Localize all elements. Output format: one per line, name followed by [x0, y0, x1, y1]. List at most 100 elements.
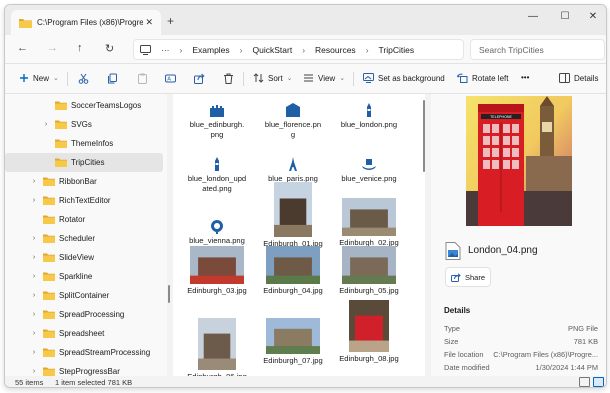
file-item[interactable]: Edinburgh_01.jpg — [261, 182, 325, 249]
expand-chevron-icon[interactable]: › — [29, 368, 39, 375]
set-as-background-button[interactable]: Set as background — [363, 73, 445, 83]
file-name-continued: png — [210, 129, 224, 139]
delete-icon[interactable] — [223, 73, 234, 84]
copy-icon[interactable] — [107, 73, 118, 84]
tree-item[interactable]: ThemeInfos — [5, 134, 163, 153]
tree-item[interactable]: SoccerTeamsLogos — [5, 96, 163, 115]
search-input[interactable]: Search TripCities — [470, 39, 605, 60]
refresh-button[interactable]: ↻ — [105, 42, 114, 55]
breadcrumb[interactable]: ··· › Examples › QuickStart › Resources … — [133, 39, 464, 60]
tree-item-label: SpreadProcessing — [59, 310, 125, 319]
window-tab[interactable]: C:\Program Files (x86)\Progres ✕ — [11, 10, 161, 35]
expand-chevron-icon[interactable]: › — [29, 197, 39, 204]
expand-chevron-icon[interactable]: › — [29, 235, 39, 242]
tree-item[interactable]: › Scheduler — [5, 229, 163, 248]
tree-item[interactable]: TripCities — [5, 153, 163, 172]
crumb-examples[interactable]: Examples — [192, 45, 229, 55]
file-item[interactable]: Edinburgh_07.jpg — [261, 318, 325, 366]
tree-item[interactable]: › SpreadProcessing — [5, 305, 163, 324]
file-item[interactable]: Edinburgh_03.jpg — [185, 246, 249, 296]
file-name: Edinburgh_05.jpg — [339, 286, 399, 295]
file-item[interactable]: Edinburgh_05.jpg — [337, 246, 401, 296]
maximize-button[interactable]: ☐ — [551, 11, 579, 22]
share-icon[interactable] — [194, 73, 205, 84]
up-button[interactable]: ↑ — [77, 42, 83, 54]
view-button[interactable]: View ⌄ — [303, 73, 345, 83]
file-item[interactable]: Edinburgh_02.jpg — [337, 198, 401, 248]
detail-key: Size — [444, 337, 459, 346]
file-item[interactable]: blue_edinburgh. png — [185, 102, 249, 139]
preview-image: TELEPHONE — [466, 96, 572, 226]
file-item[interactable]: Edinburgh_08.jpg — [337, 300, 401, 364]
minimize-button[interactable]: — — [519, 11, 547, 22]
photo-thumbnail — [274, 182, 312, 237]
tree-item[interactable]: › StepProgressBar — [5, 362, 163, 376]
large-icons-view-icon[interactable] — [593, 377, 604, 387]
content-scrollbar[interactable] — [423, 100, 425, 172]
tree-item[interactable]: › Sparkline — [5, 267, 163, 286]
expand-chevron-icon[interactable]: › — [29, 178, 39, 185]
expand-chevron-icon[interactable]: › — [29, 311, 39, 318]
folder-icon — [43, 310, 55, 319]
breadcrumb-overflow[interactable]: ··· — [161, 45, 170, 55]
file-item[interactable]: Edinburgh_06.jpg — [185, 318, 249, 376]
rotate-left-button[interactable]: Rotate left — [457, 73, 508, 83]
sort-label: Sort — [268, 73, 283, 83]
tree-item[interactable]: › SlideView — [5, 248, 163, 267]
photo-thumbnail — [342, 198, 396, 236]
tree-item[interactable]: › Spreadsheet — [5, 324, 163, 343]
crumb-resources[interactable]: Resources — [315, 45, 356, 55]
more-options-button[interactable]: ••• — [521, 73, 529, 82]
rename-icon[interactable]: A — [165, 73, 176, 84]
monitor-icon — [140, 44, 151, 55]
details-view-icon[interactable] — [579, 377, 590, 387]
crumb-tripcities[interactable]: TripCities — [379, 45, 415, 55]
detail-key: Date modified — [444, 363, 490, 372]
expand-chevron-icon[interactable]: › — [29, 349, 39, 356]
file-item[interactable]: blue_london_upd ated.png — [185, 156, 249, 193]
new-tab-button[interactable]: + — [167, 14, 174, 28]
file-item[interactable]: Edinburgh_04.jpg — [261, 246, 325, 296]
file-item[interactable]: blue_florence.pn g — [261, 102, 325, 139]
plus-icon — [20, 74, 28, 82]
rotate-left-label: Rotate left — [472, 73, 509, 83]
tree-item[interactable]: Rotator — [5, 210, 163, 229]
file-item[interactable]: blue_paris.png — [261, 156, 325, 184]
file-item[interactable]: blue_london.png — [337, 102, 401, 130]
new-button[interactable]: New ⌄ — [19, 73, 59, 83]
expand-chevron-icon[interactable]: › — [41, 121, 51, 128]
tab-close-icon[interactable]: ✕ — [145, 17, 153, 28]
detail-value: 781 KB — [573, 337, 598, 346]
expand-chevron-icon[interactable]: › — [29, 273, 39, 280]
expand-chevron-icon[interactable]: › — [29, 254, 39, 261]
details-button[interactable]: Details — [559, 73, 598, 83]
close-window-button[interactable]: ✕ — [579, 11, 606, 22]
chevron-down-icon: ⌄ — [339, 75, 346, 82]
cut-icon[interactable] — [78, 73, 89, 84]
share-button[interactable]: Share — [445, 267, 491, 287]
tree-item[interactable]: › SVGs — [5, 115, 163, 134]
tree-item[interactable]: › SplitContainer — [5, 286, 163, 305]
file-name: Edinburgh_04.jpg — [263, 286, 323, 295]
detail-key: Type — [444, 324, 461, 333]
navigation-scrollbar[interactable] — [168, 285, 170, 303]
file-item[interactable]: blue_vienna.png — [185, 218, 249, 246]
file-name: blue_london_upd — [187, 174, 247, 183]
expand-chevron-icon[interactable]: › — [29, 330, 39, 337]
sort-button[interactable]: Sort ⌄ — [253, 73, 293, 83]
tree-item[interactable]: › RibbonBar — [5, 172, 163, 191]
tree-item[interactable]: › RichTextEditor — [5, 191, 163, 210]
file-name-continued: g — [290, 129, 296, 139]
title-bar: C:\Program Files (x86)\Progres ✕ + — ☐ ✕ — [5, 5, 606, 35]
detail-value: 1/30/2024 1:44 PM — [535, 363, 598, 372]
tree-item[interactable]: › SpreadStreamProcessing — [5, 343, 163, 362]
back-button[interactable]: ← — [17, 42, 28, 54]
crumb-quickstart[interactable]: QuickStart — [253, 45, 293, 55]
folder-icon — [43, 291, 55, 300]
forward-button[interactable]: → — [47, 42, 58, 54]
folder-icon — [55, 158, 67, 167]
file-name: Edinburgh_07.jpg — [263, 356, 323, 365]
expand-chevron-icon[interactable]: › — [29, 292, 39, 299]
file-item[interactable]: blue_venice.png — [337, 156, 401, 184]
paste-icon[interactable] — [137, 73, 148, 84]
